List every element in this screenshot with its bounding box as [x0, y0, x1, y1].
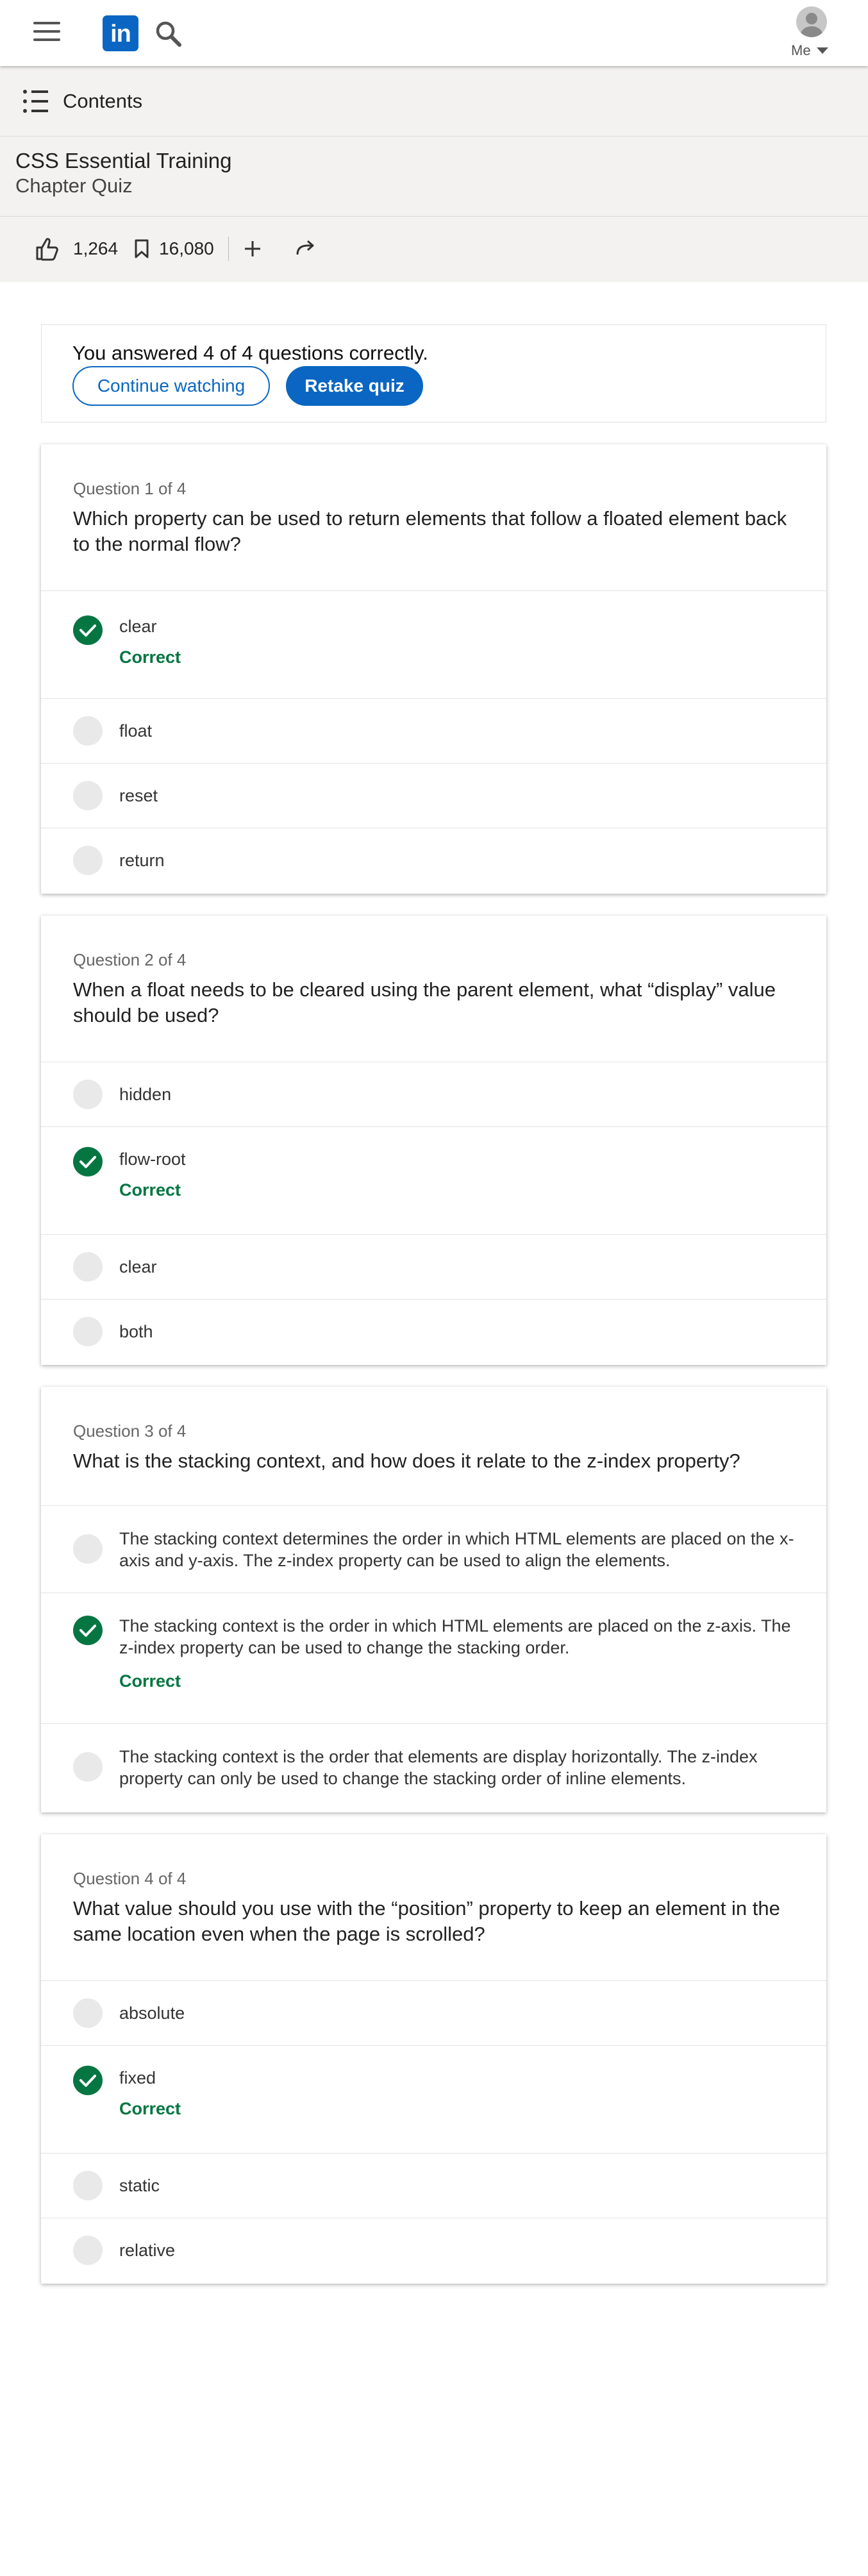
me-label: Me — [791, 42, 811, 58]
answer-option[interactable]: return — [41, 828, 826, 894]
option-text: The stacking context is the order that e… — [119, 1747, 758, 1788]
option-text: fixed — [119, 2068, 156, 2087]
correct-label: Correct — [119, 2099, 181, 2118]
option-text: return — [119, 851, 165, 870]
question-text: What value should you use with the “posi… — [73, 1897, 780, 1945]
option-text: clear — [119, 617, 157, 636]
retake-quiz-button[interactable]: Retake quiz — [286, 366, 423, 406]
radio-button[interactable] — [73, 1752, 103, 1782]
answer-option[interactable]: flow-root Correct — [41, 1126, 826, 1234]
question-text: When a float needs to be cleared using t… — [73, 978, 776, 1026]
question-number: Question 1 of 4 — [73, 479, 187, 498]
menu-icon[interactable] — [32, 22, 64, 45]
search-icon[interactable] — [154, 19, 183, 49]
radio-button[interactable] — [73, 716, 103, 746]
radio-button[interactable] — [73, 2236, 103, 2265]
question-text: What is the stacking context, and how do… — [73, 1450, 740, 1472]
question-card: Question 3 of 4 What is the stacking con… — [41, 1387, 826, 1812]
quiz-result: You answered 4 of 4 questions correctly.… — [41, 324, 826, 422]
course-actions: 1,264 16,080 — [32, 231, 320, 267]
linkedin-logo[interactable]: in — [103, 15, 138, 51]
option-text: float — [119, 721, 153, 740]
option-text: relative — [119, 2241, 176, 2260]
check-icon — [73, 2066, 103, 2095]
radio-button[interactable] — [73, 2171, 103, 2200]
radio-button[interactable] — [73, 1317, 103, 1346]
option-text: static — [119, 2176, 160, 2195]
option-text: The stacking context is the order in whi… — [119, 1616, 791, 1657]
check-icon — [73, 1616, 103, 1645]
question-card: Question 1 of 4 Which property can be us… — [41, 444, 826, 894]
radio-button[interactable] — [73, 846, 103, 875]
option-text: reset — [119, 786, 158, 805]
answer-option[interactable]: relative — [41, 2218, 826, 2284]
like-count: 1,264 — [73, 238, 119, 258]
radio-button[interactable] — [73, 1998, 103, 2028]
course-subtitle: Chapter Quiz — [15, 174, 133, 197]
divider — [0, 216, 868, 217]
me-menu[interactable]: Me — [782, 5, 840, 63]
caret-down-icon — [817, 47, 828, 54]
list-icon — [23, 87, 49, 115]
answer-option[interactable]: clear Correct — [41, 590, 826, 698]
contents-toggle[interactable]: Contents — [23, 82, 142, 121]
save-count: 16,080 — [159, 238, 214, 258]
contents-label: Contents — [63, 90, 143, 112]
answer-option[interactable]: The stacking context determines the orde… — [41, 1505, 826, 1593]
question-text: Which property can be used to return ele… — [73, 507, 787, 555]
option-text: absolute — [119, 2003, 185, 2023]
option-text: hidden — [119, 1085, 172, 1104]
answer-option[interactable]: hidden — [41, 1062, 826, 1126]
answer-option[interactable]: both — [41, 1299, 826, 1365]
question-number: Question 3 of 4 — [73, 1421, 187, 1441]
radio-button[interactable] — [73, 781, 103, 810]
check-icon — [73, 1147, 103, 1176]
top-navigation-bar: in Me — [0, 0, 868, 66]
divider — [0, 136, 868, 137]
radio-button[interactable] — [73, 1534, 103, 1564]
option-text: both — [119, 1322, 153, 1341]
option-text: clear — [119, 1257, 157, 1276]
answer-option[interactable]: reset — [41, 763, 826, 828]
divider — [228, 237, 229, 261]
check-icon — [73, 615, 103, 645]
answer-option[interactable]: clear — [41, 1234, 826, 1299]
question-card: Question 4 of 4 What value should you us… — [41, 1834, 826, 2284]
continue-watching-button[interactable]: Continue watching — [72, 366, 270, 406]
correct-label: Correct — [119, 1180, 181, 1200]
radio-button[interactable] — [73, 1080, 103, 1109]
avatar — [796, 6, 827, 37]
correct-label: Correct — [119, 648, 181, 667]
plus-icon[interactable] — [238, 234, 267, 263]
option-text: The stacking context determines the orde… — [119, 1529, 794, 1570]
share-icon[interactable] — [290, 234, 320, 263]
thumbs-up-icon[interactable] — [32, 234, 62, 263]
radio-button[interactable] — [73, 1252, 103, 1282]
answer-option[interactable]: absolute — [41, 1980, 826, 2045]
question-number: Question 4 of 4 — [73, 1869, 187, 1888]
answer-option[interactable]: float — [41, 698, 826, 763]
answer-option[interactable]: The stacking context is the order in whi… — [41, 1593, 826, 1723]
question-card: Question 2 of 4 When a float needs to be… — [41, 916, 826, 1365]
question-number: Question 2 of 4 — [73, 950, 187, 969]
result-message: You answered 4 of 4 questions correctly. — [72, 342, 428, 364]
answer-option[interactable]: fixed Correct — [41, 2045, 826, 2153]
answer-option[interactable]: The stacking context is the order that e… — [41, 1723, 826, 1812]
correct-label: Correct — [119, 1671, 181, 1691]
course-title: CSS Essential Training — [15, 149, 232, 172]
answer-option[interactable]: static — [41, 2153, 826, 2218]
option-text: flow-root — [119, 1150, 186, 1169]
bookmark-icon[interactable] — [132, 234, 151, 263]
